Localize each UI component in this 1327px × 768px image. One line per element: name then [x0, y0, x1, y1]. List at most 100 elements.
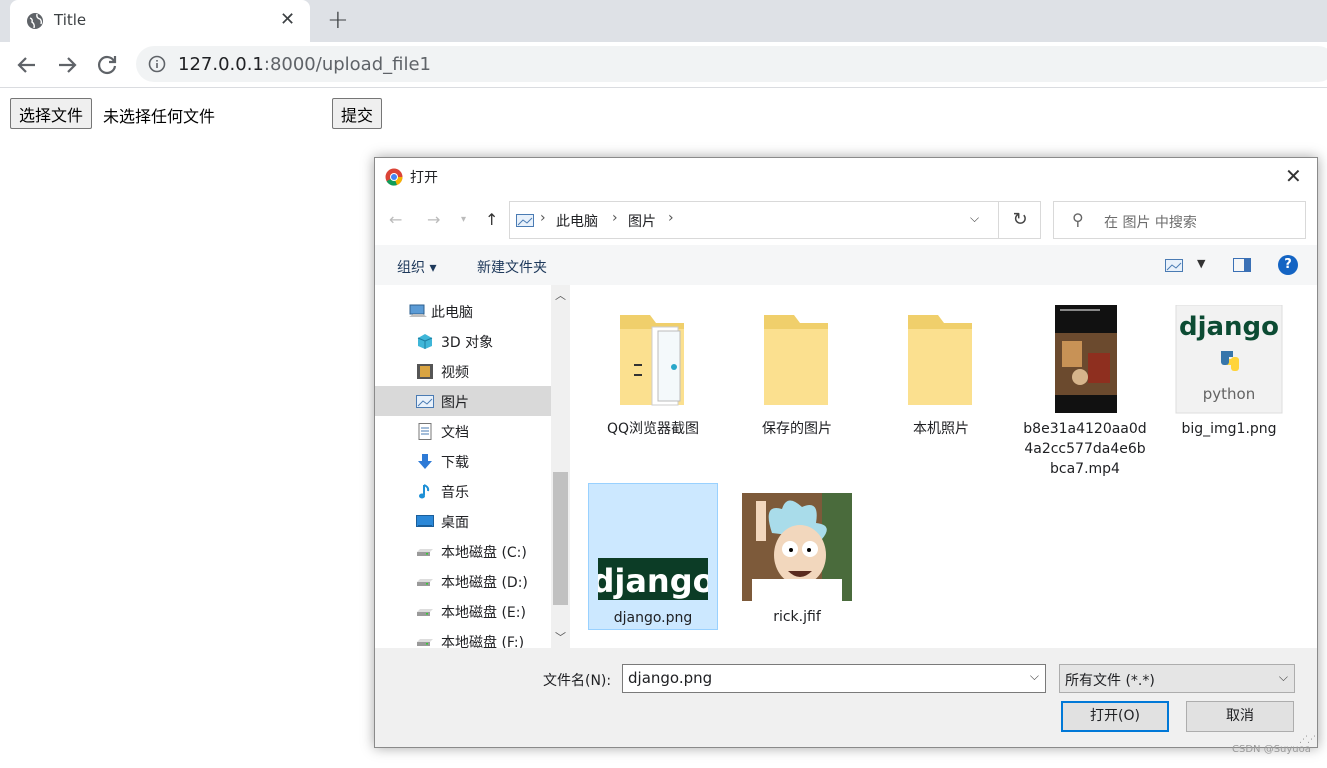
file-type-dropdown-icon[interactable]: ⌵: [1279, 670, 1288, 685]
new-tab-button[interactable]: +: [327, 5, 349, 35]
watermark: CSDN @Suyuoa: [1232, 744, 1311, 755]
open-button[interactable]: 打开(O): [1061, 701, 1169, 732]
refresh-icon[interactable]: ↻: [998, 202, 1041, 238]
nav-item[interactable]: 本地磁盘 (F:): [375, 626, 551, 648]
nav-item[interactable]: 视频: [375, 356, 551, 386]
file-item[interactable]: django python big_img1.png: [1164, 295, 1294, 439]
item-name: django.png: [613, 610, 693, 626]
file-item[interactable]: b8e31a4120aa0d4a2cc577da4e6bbca7.mp4: [1020, 295, 1150, 479]
django-thumbnail: django: [591, 558, 715, 600]
scroll-thumb[interactable]: [553, 472, 568, 605]
item-thumbnail: [742, 493, 852, 603]
search-icon: ⚲: [1072, 210, 1084, 229]
drive-icon: [416, 543, 434, 560]
help-icon[interactable]: ?: [1278, 255, 1298, 275]
forward-arrow-icon[interactable]: →: [427, 210, 440, 229]
nav-item-label: 下载: [441, 455, 469, 471]
folder-item[interactable]: 本机照片: [876, 295, 1006, 439]
filename-input[interactable]: django.png ⌵: [622, 664, 1046, 693]
back-arrow-icon[interactable]: ←: [389, 210, 402, 229]
item-thumbnail: [886, 305, 996, 415]
filename-label: 文件名(N):: [543, 673, 612, 689]
site-info-icon[interactable]: [148, 55, 166, 73]
item-name: 保存的图片: [762, 421, 832, 437]
folder-item[interactable]: QQ浏览器截图: [588, 295, 718, 439]
dialog-titlebar: 打开 ✕: [375, 158, 1317, 195]
nav-item-label: 3D 对象: [441, 335, 494, 351]
scroll-up-icon[interactable]: ︿: [555, 287, 566, 303]
nav-item[interactable]: 本地磁盘 (D:): [375, 566, 551, 596]
dialog-footer: 文件名(N): django.png ⌵ 所有文件 (*.*) ⌵ 打开(O) …: [375, 648, 1317, 747]
nav-item-label: 视频: [441, 365, 469, 381]
file-type-value: 所有文件 (*.*): [1065, 673, 1155, 689]
nav-item[interactable]: 3D 对象: [375, 326, 551, 356]
item-thumbnail: django: [591, 494, 715, 604]
dialog-address-row: ← → ▾ ↑ › 此电脑 › 图片 › ⌵ ↻ ⚲ 在 图片 中搜索: [375, 195, 1317, 245]
view-mode-icon[interactable]: [1165, 259, 1183, 272]
path-dropdown-icon[interactable]: ⌵: [970, 211, 979, 226]
python-logo-text: python: [1203, 385, 1255, 403]
address-bar[interactable]: 127.0.0.1:8000/upload_file1: [136, 46, 1327, 82]
close-icon[interactable]: ✕: [1285, 164, 1302, 188]
video-thumbnail: [1055, 305, 1117, 413]
filename-value: django.png: [628, 669, 713, 687]
preview-pane-icon[interactable]: [1233, 258, 1251, 272]
tab-close-icon[interactable]: ✕: [280, 9, 295, 30]
back-icon[interactable]: [14, 52, 40, 78]
breadcrumb-pictures[interactable]: 图片: [628, 211, 656, 231]
choose-file-button[interactable]: 选择文件: [10, 98, 93, 129]
breadcrumb-chevron-icon: ›: [612, 210, 618, 226]
django-python-thumbnail: django python: [1175, 304, 1283, 414]
desktop-icon: [416, 513, 434, 530]
item-thumbnail: [598, 305, 708, 415]
submit-button[interactable]: 提交: [332, 98, 383, 129]
3d-objects-icon: [416, 333, 434, 350]
tab-title: Title: [54, 11, 87, 29]
django-logo-text: django: [1179, 312, 1279, 342]
nav-item[interactable]: 本地磁盘 (E:): [375, 596, 551, 626]
item-thumbnail: [1030, 305, 1140, 415]
pictures-location-icon: [516, 214, 534, 227]
nav-item-label: 文档: [441, 425, 469, 441]
cancel-button[interactable]: 取消: [1186, 701, 1294, 732]
file-item[interactable]: rick.jfif: [732, 483, 862, 627]
breadcrumb-chevron-icon: ›: [668, 210, 674, 226]
folder-item[interactable]: 保存的图片: [732, 295, 862, 439]
nav-item[interactable]: 本地磁盘 (C:): [375, 536, 551, 566]
item-thumbnail: django python: [1174, 304, 1284, 415]
item-name: big_img1.png: [1181, 421, 1277, 437]
nav-item-label: 此电脑: [431, 305, 473, 321]
item-name: 本机照片: [913, 421, 969, 437]
reload-icon[interactable]: [94, 52, 120, 78]
scroll-down-icon[interactable]: ﹀: [555, 629, 566, 645]
view-dropdown-icon[interactable]: ▼: [1197, 257, 1205, 270]
nav-scrollbar[interactable]: ︿ ﹀: [551, 285, 570, 648]
file-item[interactable]: django django.png: [588, 483, 718, 630]
globe-icon: [27, 13, 43, 29]
django-logo-text: django: [598, 562, 708, 600]
forward-icon[interactable]: [54, 52, 80, 78]
download-icon: [416, 453, 434, 470]
pictures-icon: [416, 393, 434, 410]
new-folder-button[interactable]: 新建文件夹: [477, 257, 547, 277]
up-arrow-icon[interactable]: ↑: [485, 210, 498, 229]
path-bar[interactable]: › 此电脑 › 图片 › ⌵ ↻: [509, 201, 1041, 239]
navigation-pane: ︿ ﹀ 此电脑 3D 对象视频图片文档下载音乐 桌面 本地磁盘 (C:) 本地磁盘 (D…: [375, 285, 570, 648]
url-host: 127.0.0.1: [178, 54, 264, 75]
open-file-dialog: 打开 ✕ ← → ▾ ↑ › 此电脑 › 图片 › ⌵ ↻ ⚲ 在 图片 中搜索…: [374, 157, 1318, 748]
nav-item-label: 图片: [441, 395, 469, 411]
organize-button[interactable]: 组织 ▾: [397, 257, 436, 277]
nav-item[interactable]: 图片: [375, 386, 551, 416]
file-list: QQ浏览器截图 保存的图片 本机照片 b8e31a4120aa0d4a2cc577da…: [571, 285, 1317, 648]
nav-item[interactable]: 下载: [375, 446, 551, 476]
nav-item[interactable]: 文档: [375, 416, 551, 446]
nav-item[interactable]: 桌面: [375, 506, 551, 536]
browser-tab[interactable]: Title ✕: [10, 0, 310, 42]
nav-item[interactable]: 音乐: [375, 476, 551, 506]
filename-dropdown-icon[interactable]: ⌵: [1030, 669, 1039, 684]
file-type-select[interactable]: 所有文件 (*.*) ⌵: [1059, 664, 1295, 693]
recent-dropdown-icon[interactable]: ▾: [461, 214, 466, 225]
breadcrumb-this-pc[interactable]: 此电脑: [556, 211, 598, 231]
search-input[interactable]: ⚲ 在 图片 中搜索: [1053, 201, 1306, 239]
nav-item[interactable]: 此电脑: [375, 296, 551, 326]
